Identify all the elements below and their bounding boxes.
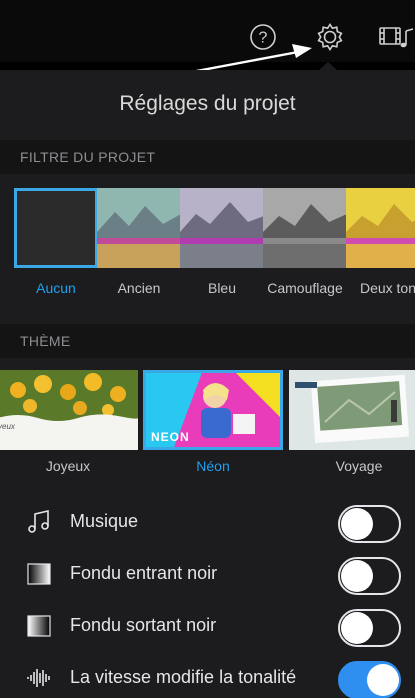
film-music-icon[interactable]: [378, 20, 415, 54]
theme-thumbnail: yeux: [0, 370, 138, 450]
setting-label: La vitesse modifie la tonalité: [70, 667, 297, 687]
gear-icon[interactable]: [311, 20, 349, 54]
theme-label: Joyeux: [45, 458, 91, 474]
filter-thumbnail: [263, 188, 347, 268]
fade-out-icon: [26, 613, 52, 639]
setting-row-musique: Musique: [0, 497, 415, 547]
filter-section-header: FILTRE DU PROJET: [0, 140, 415, 174]
toggle-knob: [341, 612, 373, 644]
top-toolbar: ?: [0, 0, 415, 62]
theme-item-voyage[interactable]: Voyage: [289, 370, 415, 474]
waveform-icon: [26, 665, 52, 691]
fondu-sortant-toggle[interactable]: [338, 609, 401, 647]
filter-thumbnail: [14, 188, 98, 268]
filter-item-ancien[interactable]: Ancien: [97, 188, 181, 296]
filter-thumbnail: [97, 188, 181, 268]
setting-row-fondu-sortant: Fondu sortant noir: [0, 601, 415, 651]
musique-toggle[interactable]: [338, 505, 401, 543]
setting-label: Musique: [70, 511, 139, 531]
toggle-knob: [341, 560, 373, 592]
filter-item-aucun[interactable]: Aucun: [14, 188, 98, 296]
svg-text:?: ?: [259, 30, 268, 47]
filter-label: Deux ton: [359, 280, 415, 296]
setting-row-vitesse-tonalite: La vitesse modifie la tonalité: [0, 653, 415, 698]
filter-strip: Aucun Ancien Bleu Camouflage Deux ton: [0, 188, 415, 298]
fondu-entrant-toggle[interactable]: [338, 557, 401, 595]
setting-label: Fondu sortant noir: [70, 615, 217, 635]
theme-section-header: THÈME: [0, 324, 415, 358]
theme-overlay-text: NEON: [151, 430, 190, 444]
vitesse-tonalite-toggle[interactable]: [338, 661, 401, 698]
question-circle-icon[interactable]: ?: [246, 20, 280, 54]
toggle-knob: [341, 508, 373, 540]
theme-strip: yeux Joyeux NEON Néon: [0, 370, 415, 480]
theme-overlay-text: yeux: [0, 422, 15, 431]
project-settings-panel: Réglages du projet FILTRE DU PROJET Aucu…: [0, 70, 415, 698]
theme-thumbnail: [289, 370, 415, 450]
filter-thumbnail: [346, 188, 415, 268]
setting-row-fondu-entrant: Fondu entrant noir: [0, 549, 415, 599]
filter-item-deux-ton[interactable]: Deux ton: [346, 188, 415, 296]
theme-label: Voyage: [335, 458, 383, 474]
theme-label: Néon: [196, 458, 230, 474]
filter-thumbnail: [180, 188, 264, 268]
theme-item-joyeux[interactable]: yeux Joyeux: [0, 370, 138, 474]
filter-item-camouflage[interactable]: Camouflage: [263, 188, 347, 296]
theme-thumbnail: NEON: [143, 370, 283, 450]
fade-in-icon: [26, 561, 52, 587]
setting-label: Fondu entrant noir: [70, 563, 218, 583]
theme-item-neon[interactable]: NEON Néon: [143, 370, 283, 474]
panel-title: Réglages du projet: [119, 92, 296, 115]
music-note-icon: [26, 509, 52, 535]
filter-item-bleu[interactable]: Bleu: [180, 188, 264, 296]
toggle-knob: [367, 664, 399, 696]
